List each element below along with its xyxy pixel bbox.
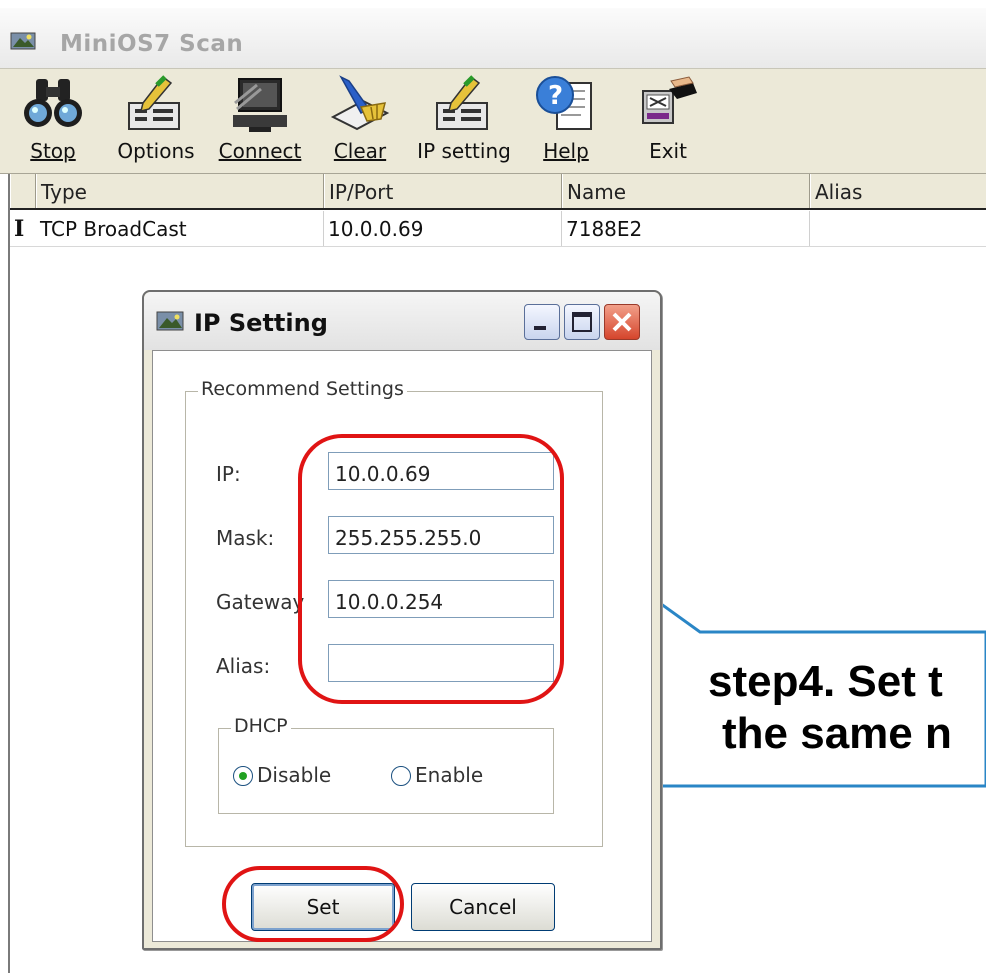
options-pen-icon — [128, 75, 180, 130]
callout-line-1: step4. Set t — [708, 657, 943, 706]
dialog-body: Recommend Settings IP: Mask: Gateway Ali… — [152, 350, 652, 942]
alias-label: Alias: — [216, 654, 271, 678]
computer-connect-icon — [233, 78, 287, 132]
radio-unchecked-icon — [391, 766, 411, 786]
recommend-settings-legend: Recommend Settings — [198, 378, 407, 400]
cell-ip-port: 10.0.0.69 — [324, 211, 562, 246]
mask-label: Mask: — [216, 526, 275, 550]
options-button[interactable]: Options — [116, 73, 196, 173]
cell-name: 7188E2 — [562, 211, 810, 246]
dhcp-group: DHCP Disable Enable — [218, 715, 554, 814]
column-header-ip-port[interactable]: IP/Port — [324, 174, 562, 208]
exit-button[interactable]: Exit — [626, 73, 710, 173]
help-icon: ? — [536, 76, 592, 130]
dhcp-enable-label: Enable — [415, 763, 484, 787]
close-icon — [612, 312, 632, 332]
window-title: MiniOS7 Scan — [60, 31, 244, 57]
dialog-icon — [156, 311, 184, 331]
ip-setting-pen-icon — [436, 75, 488, 130]
help-label: Help — [543, 139, 589, 163]
clear-button[interactable]: Clear — [322, 73, 398, 173]
mask-input[interactable] — [328, 516, 554, 554]
table-row[interactable]: I TCP BroadCast 10.0.0.69 7188E2 — [10, 211, 986, 247]
broom-clear-icon — [330, 75, 390, 131]
connect-button[interactable]: Connect — [214, 73, 306, 173]
set-button[interactable]: Set — [251, 883, 395, 931]
gateway-input[interactable] — [328, 580, 554, 618]
clear-label: Clear — [333, 139, 387, 163]
svg-text:?: ? — [548, 81, 563, 111]
window-titlebar[interactable]: MiniOS7 Scan — [0, 8, 986, 68]
gateway-label: Gateway — [216, 590, 305, 614]
connect-label: Connect — [218, 139, 302, 163]
dhcp-enable-radio[interactable]: Enable — [391, 763, 483, 787]
close-button[interactable] — [604, 304, 640, 340]
miniOS7-scan-window: MiniOS7 Scan Stop Options Connect Clear … — [0, 0, 986, 973]
minimize-button[interactable] — [524, 304, 560, 340]
column-header-alias[interactable]: Alias — [810, 174, 986, 208]
ip-input[interactable] — [328, 452, 554, 490]
cell-type: TCP BroadCast — [36, 211, 324, 246]
cancel-button[interactable]: Cancel — [411, 883, 555, 931]
ip-setting-button[interactable]: IP setting — [414, 73, 514, 173]
row-selector-marker: I — [14, 216, 25, 242]
app-icon — [10, 32, 36, 50]
column-header-name[interactable]: Name — [562, 174, 810, 208]
dhcp-disable-label: Disable — [257, 763, 332, 787]
table-header: Type IP/Port Name Alias — [10, 174, 986, 210]
dialog-title: IP Setting — [194, 309, 328, 337]
toolbar: Stop Options Connect Clear IP setting ? … — [0, 68, 986, 174]
cell-alias — [810, 211, 986, 246]
minimize-icon — [534, 326, 546, 330]
alias-input[interactable] — [328, 644, 554, 682]
help-button[interactable]: ? Help — [530, 73, 602, 173]
exit-label: Exit — [649, 139, 687, 163]
stop-button[interactable]: Stop — [16, 73, 90, 173]
column-header-type[interactable]: Type — [36, 174, 324, 208]
binoculars-icon — [24, 79, 82, 127]
dialog-titlebar[interactable]: IP Setting — [144, 292, 660, 350]
callout-line-2: the same n — [722, 709, 952, 758]
dhcp-disable-radio[interactable]: Disable — [233, 763, 331, 787]
dhcp-legend: DHCP — [231, 715, 291, 737]
recommend-settings-group: Recommend Settings IP: Mask: Gateway Ali… — [185, 378, 603, 847]
header-spacer — [10, 174, 36, 208]
ip-setting-dialog: IP Setting Recommend Settings IP: 10.0.0… — [142, 290, 662, 950]
callout-text: step4. Set t the same n — [708, 656, 952, 760]
ip-label: IP: — [216, 462, 241, 486]
stop-label: Stop — [30, 139, 76, 163]
maximize-button[interactable] — [564, 304, 600, 340]
options-label: Options — [117, 139, 195, 163]
ip-setting-label: IP setting — [417, 139, 511, 163]
maximize-icon — [572, 312, 592, 332]
radio-checked-icon — [233, 766, 253, 786]
exit-hand-icon — [642, 76, 697, 124]
